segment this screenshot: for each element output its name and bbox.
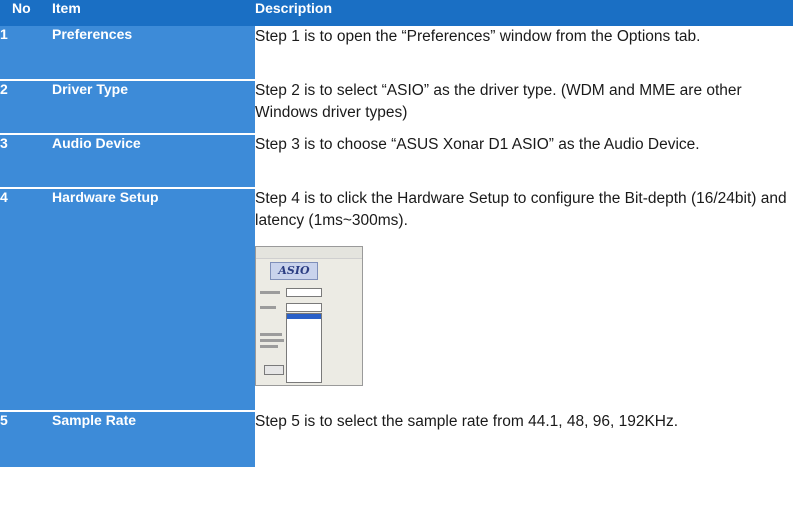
row-description-cell: Step 4 is to click the Hardware Setup to… xyxy=(255,188,793,411)
row-item: Sample Rate xyxy=(52,411,255,467)
row-description: Step 4 is to click the Hardware Setup to… xyxy=(255,190,787,229)
row-no: 3 xyxy=(0,134,52,189)
table-row: 4 Hardware Setup Step 4 is to click the … xyxy=(0,188,793,412)
row-description: Step 2 is to select “ASIO” as the driver… xyxy=(255,80,793,134)
asio-control-panel-screenshot: ASIO xyxy=(255,246,363,386)
header-description: Description xyxy=(255,0,793,26)
table-row: 3 Audio Device Step 3 is to choose “ASUS… xyxy=(0,134,793,189)
row-no: 5 xyxy=(0,411,52,467)
bit-depth-select xyxy=(286,288,322,297)
table-row: 1 Preferences Step 1 is to open the “Pre… xyxy=(0,26,793,81)
asio-logo: ASIO xyxy=(270,262,318,280)
row-item: Audio Device xyxy=(52,134,255,189)
panel-text-line xyxy=(260,339,284,342)
header-item: Item xyxy=(52,0,255,26)
row-no: 4 xyxy=(0,188,52,412)
row-description: Step 3 is to choose “ASUS Xonar D1 ASIO”… xyxy=(255,134,793,188)
bit-depth-label xyxy=(260,291,280,294)
panel-text-line xyxy=(260,345,278,348)
latency-label xyxy=(260,306,276,309)
table-row: 5 Sample Rate Step 5 is to select the sa… xyxy=(0,411,793,467)
row-item: Hardware Setup xyxy=(52,188,255,412)
latency-dropdown-list xyxy=(286,313,322,383)
row-description: Step 1 is to open the “Preferences” wind… xyxy=(255,26,793,80)
asio-panel-titlebar xyxy=(256,247,362,259)
panel-text-line xyxy=(260,333,282,336)
row-item: Driver Type xyxy=(52,80,255,135)
header-row: No Item Description xyxy=(0,0,793,26)
latency-selected-option xyxy=(287,314,321,319)
latency-select xyxy=(286,303,322,312)
row-description: Step 5 is to select the sample rate from… xyxy=(255,411,793,467)
steps-table: No Item Description 1 Preferences Step 1… xyxy=(0,0,793,467)
row-no: 1 xyxy=(0,26,52,81)
row-no: 2 xyxy=(0,80,52,135)
table-row: 2 Driver Type Step 2 is to select “ASIO”… xyxy=(0,80,793,135)
header-no: No xyxy=(0,0,52,26)
ok-button xyxy=(264,365,284,375)
row-item: Preferences xyxy=(52,26,255,81)
